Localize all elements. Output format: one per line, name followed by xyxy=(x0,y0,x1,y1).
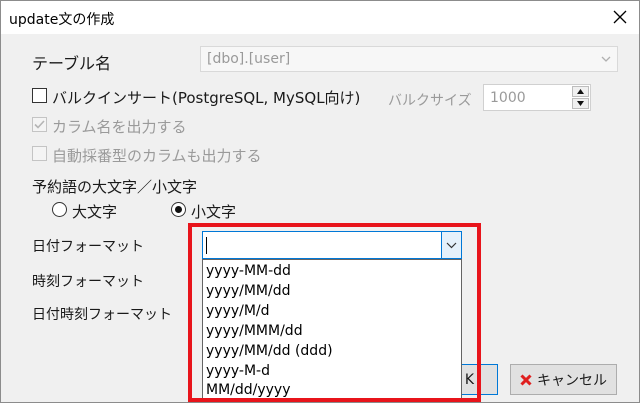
date-format-label: 日付フォーマット xyxy=(32,239,144,255)
table-name-value: [dbo].[user] xyxy=(207,51,291,67)
close-button[interactable] xyxy=(607,5,633,29)
check-icon xyxy=(34,120,45,129)
date-format-dropdown-button[interactable] xyxy=(441,232,461,258)
output-autoincrement-label: 自動採番型のカラムも出力する xyxy=(52,147,262,165)
bulk-size-label: バルクサイズ xyxy=(388,93,472,109)
lowercase-radio[interactable] xyxy=(171,202,186,217)
window-title: update文の作成 xyxy=(9,12,115,28)
lowercase-label: 小文字 xyxy=(191,203,237,221)
title-bar: update文の作成 xyxy=(1,1,639,34)
update-sql-dialog: update文の作成 テーブル名 [dbo].[user] バルクインサート(P… xyxy=(0,0,640,403)
bulk-size-value: 1000 xyxy=(490,90,526,106)
date-format-combo[interactable] xyxy=(202,231,462,259)
table-name-combo[interactable]: [dbo].[user] xyxy=(200,46,618,72)
time-format-label: 時刻フォーマット xyxy=(32,274,144,290)
dropdown-option[interactable]: yyyy/M/d xyxy=(203,301,461,321)
cancel-button[interactable]: キャンセル xyxy=(510,364,617,395)
dropdown-option[interactable]: yyyy/MM/dd xyxy=(203,281,461,301)
text-caret xyxy=(206,237,207,254)
dropdown-option[interactable]: yyyy/MMM/dd xyxy=(203,321,461,341)
reserved-case-label: 予約語の大文字／小文字 xyxy=(32,178,198,196)
output-column-names-label: カラム名を出力する xyxy=(52,118,187,136)
dropdown-option[interactable]: MM/dd/yyyy xyxy=(203,380,461,400)
spinner-arrows xyxy=(572,86,589,109)
chevron-down-icon xyxy=(601,56,611,62)
close-icon xyxy=(613,10,627,24)
datetime-format-label: 日付時刻フォーマット xyxy=(32,307,172,323)
arrow-down-icon xyxy=(577,101,584,106)
spin-down-button[interactable] xyxy=(572,98,589,109)
chevron-down-icon xyxy=(446,242,457,248)
bulk-insert-label: バルクインサート(PostgreSQL, MySQL向け) xyxy=(52,89,361,107)
dropdown-option[interactable]: yyyy/MM/dd (ddd) xyxy=(203,341,461,361)
cancel-x-icon xyxy=(520,373,532,386)
bulk-size-spinner[interactable]: 1000 xyxy=(483,84,591,111)
arrow-up-icon xyxy=(577,89,584,94)
radio-selected-dot xyxy=(175,206,182,213)
uppercase-radio[interactable] xyxy=(52,202,67,217)
ok-button-label: K xyxy=(464,371,475,388)
bulk-insert-checkbox[interactable] xyxy=(32,88,47,103)
output-column-names-checkbox[interactable] xyxy=(32,117,47,132)
dropdown-option[interactable]: yyyy-MM-dd xyxy=(203,261,461,281)
cancel-button-label: キャンセル xyxy=(537,372,607,389)
uppercase-label: 大文字 xyxy=(72,203,118,221)
dropdown-option[interactable]: yyyy-M-d xyxy=(203,361,461,381)
table-name-label: テーブル名 xyxy=(32,54,112,73)
output-autoincrement-checkbox[interactable] xyxy=(32,146,47,161)
date-format-dropdown-list: yyyy-MM-dd yyyy/MM/dd yyyy/M/d yyyy/MMM/… xyxy=(202,259,462,400)
spin-up-button[interactable] xyxy=(572,86,589,97)
